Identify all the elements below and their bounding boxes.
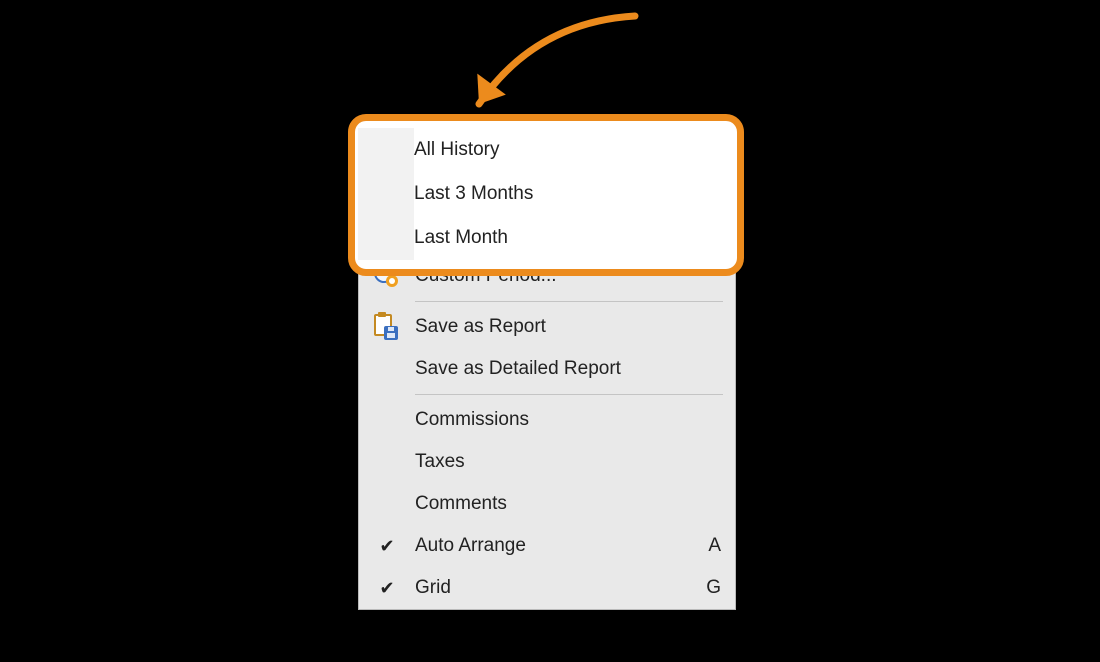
menu-gutter bbox=[358, 172, 414, 216]
save-report-icon bbox=[374, 314, 400, 340]
menu-separator bbox=[415, 301, 723, 302]
menu-item-auto-arrange[interactable]: ✔ Auto Arrange A bbox=[359, 525, 735, 567]
highlight-area: All History Last 3 Months Last Month bbox=[358, 128, 734, 260]
menu-item-save-report[interactable]: Save as Report bbox=[359, 306, 735, 348]
menu-label: Taxes bbox=[415, 441, 721, 483]
menu-label: Auto Arrange bbox=[415, 525, 698, 567]
menu-label: Grid bbox=[415, 567, 696, 609]
menu-gutter bbox=[358, 216, 414, 260]
clock-gear-icon bbox=[374, 263, 400, 289]
menu-separator bbox=[415, 394, 723, 395]
menu-gutter bbox=[359, 314, 415, 340]
menu-accelerator: A bbox=[698, 525, 721, 567]
menu-gutter bbox=[359, 263, 415, 289]
menu-item-commissions[interactable]: Commissions bbox=[359, 399, 735, 441]
menu-label: Last Month bbox=[414, 227, 508, 249]
menu-label: Comments bbox=[415, 483, 721, 525]
highlight-item-last-month[interactable]: Last Month bbox=[358, 216, 734, 260]
menu-label: All History bbox=[414, 139, 500, 161]
menu-gutter: ✔ bbox=[359, 567, 415, 609]
menu-item-save-detailed-report[interactable]: Save as Detailed Report bbox=[359, 348, 735, 390]
menu-gutter: ✔ bbox=[359, 525, 415, 567]
highlight-item-all-history[interactable]: All History bbox=[358, 128, 734, 172]
menu-label: Save as Report bbox=[415, 306, 721, 348]
menu-label: Last 3 Months bbox=[414, 183, 533, 205]
menu-accelerator: G bbox=[696, 567, 721, 609]
menu-label: Save as Detailed Report bbox=[415, 348, 721, 390]
menu-label: Commissions bbox=[415, 399, 721, 441]
highlight-item-last-3-months[interactable]: Last 3 Months bbox=[358, 172, 734, 216]
menu-item-grid[interactable]: ✔ Grid G bbox=[359, 567, 735, 609]
menu-gutter bbox=[358, 128, 414, 172]
check-icon: ✔ bbox=[379, 567, 394, 609]
callout-arrow-icon bbox=[455, 12, 645, 132]
menu-item-custom-period[interactable]: Custom Period... bbox=[359, 255, 735, 297]
check-icon: ✔ bbox=[379, 525, 394, 567]
menu-item-taxes[interactable]: Taxes bbox=[359, 441, 735, 483]
menu-item-comments[interactable]: Comments bbox=[359, 483, 735, 525]
menu-label: Custom Period... bbox=[415, 255, 721, 297]
